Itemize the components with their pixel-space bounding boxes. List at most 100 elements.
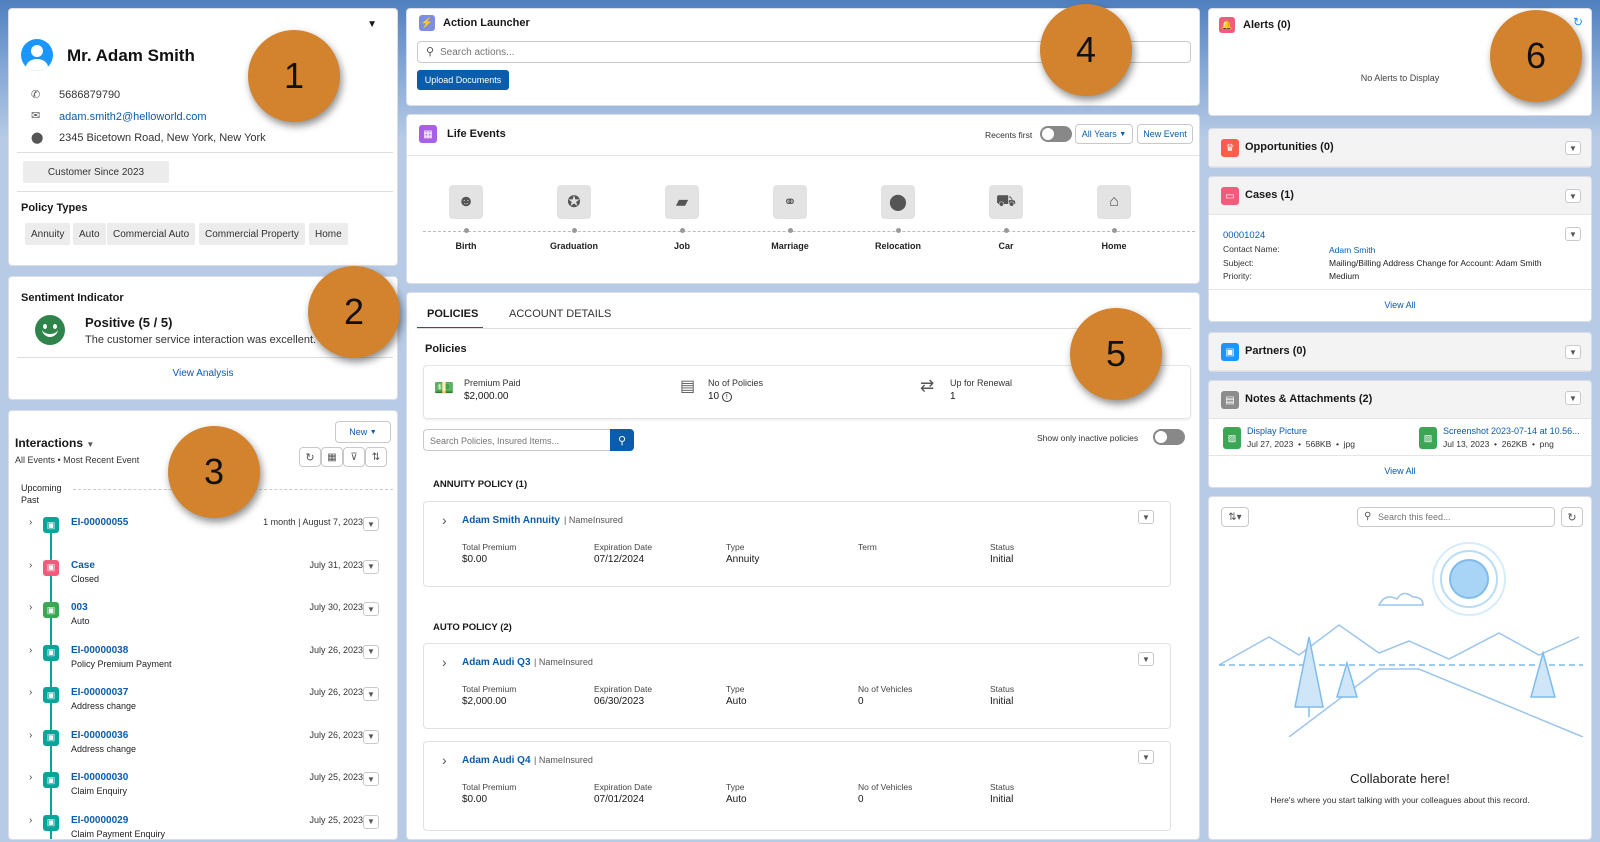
timeline-item[interactable]: › ▣ 003 Auto July 30, 2023 ▼ <box>9 602 389 644</box>
interactions-title[interactable]: Interactions ▼ <box>15 436 94 450</box>
chevron-right-icon[interactable]: › <box>442 512 447 528</box>
interaction-name-link[interactable]: EI-00000055 <box>71 517 128 528</box>
briefcase-icon[interactable]: ▰ <box>665 185 699 219</box>
timeline-item[interactable]: › ▣ EI-00000055 1 month | August 7, 2023 ▼ <box>9 517 389 559</box>
sort-icon[interactable]: ⇅ <box>365 447 387 467</box>
policy-type-chip: Commercial Auto <box>107 223 196 245</box>
chevron-down-icon[interactable]: ▼ <box>363 814 379 829</box>
refresh-icon[interactable]: ↻ <box>299 447 321 467</box>
notes-title: Notes & Attachments (2) <box>1245 393 1373 405</box>
field-label: Contact Name: <box>1223 244 1280 254</box>
chevron-down-icon[interactable]: ▼ <box>363 644 379 659</box>
policy-search-input[interactable] <box>430 433 606 448</box>
chevron-right-icon[interactable]: › <box>29 602 32 613</box>
event-dot <box>680 228 685 233</box>
timeline-item[interactable]: › ▣ Case Closed July 31, 2023 ▼ <box>9 559 389 602</box>
partners-header[interactable]: ▣ Partners (0) ▼ <box>1209 333 1591 371</box>
interaction-subtitle: Auto <box>71 616 90 626</box>
chevron-down-icon[interactable]: ▼ <box>1138 750 1154 764</box>
chevron-right-icon[interactable]: › <box>29 772 32 783</box>
chevron-down-icon[interactable]: ▼ <box>363 559 379 574</box>
new-event-button[interactable]: New Event <box>1137 124 1193 144</box>
policy-type-chip: Auto <box>73 223 106 245</box>
home-icon[interactable]: ⌂ <box>1097 185 1131 219</box>
timeline-item[interactable]: › ▣ EI-00000038 Policy Premium Payment July … <box>9 644 389 687</box>
case-number-link[interactable]: 00001024 <box>1223 230 1265 241</box>
policy-name-link[interactable]: Adam Audi Q4 <box>462 755 531 766</box>
notes-view-all-link[interactable]: View All <box>1209 466 1591 476</box>
interaction-name-link[interactable]: Case <box>71 560 95 571</box>
feed-search-box[interactable]: ⚲ <box>1357 507 1555 527</box>
chevron-down-icon[interactable]: ▼ <box>1565 141 1581 155</box>
interaction-type-icon: ▣ <box>43 602 59 618</box>
calendar-icon[interactable]: ▦ <box>321 447 343 467</box>
contact-name-link[interactable]: Adam Smith <box>1329 245 1375 255</box>
chevron-down-icon[interactable]: ▼ <box>1565 391 1581 405</box>
field-label: Type <box>726 684 745 694</box>
chevron-down-icon[interactable]: ▼ <box>1565 227 1581 241</box>
cases-view-all-link[interactable]: View All <box>1209 300 1591 310</box>
timeline-item[interactable]: › ▣ EI-00000036 Address change July 26, 2023… <box>9 729 389 772</box>
chevron-right-icon[interactable]: › <box>442 654 447 670</box>
chevron-right-icon[interactable]: › <box>29 730 32 741</box>
interaction-name-link[interactable]: 003 <box>71 602 88 613</box>
interaction-name-link[interactable]: EI-00000038 <box>71 645 128 656</box>
tab-account-details[interactable]: ACCOUNT DETAILS <box>509 308 611 320</box>
interaction-name-link[interactable]: EI-00000036 <box>71 730 128 741</box>
event-dot <box>1112 228 1117 233</box>
feed-search-input[interactable] <box>1378 510 1548 524</box>
chevron-right-icon[interactable]: › <box>29 815 32 826</box>
chevron-down-icon[interactable]: ▼ <box>367 19 377 30</box>
all-years-dropdown[interactable]: All Years ▼ <box>1075 124 1133 144</box>
customer-email[interactable]: adam.smith2@helloworld.com <box>59 111 207 123</box>
policy-name-link[interactable]: Adam Smith Annuity <box>462 515 560 526</box>
view-analysis-link[interactable]: View Analysis <box>9 368 397 379</box>
upload-documents-button[interactable]: Upload Documents <box>417 70 509 90</box>
field-label: No of Vehicles <box>858 684 913 694</box>
policy-search-box[interactable] <box>423 429 611 451</box>
filter-icon[interactable]: ⊽ <box>343 447 365 467</box>
refresh-icon[interactable]: ↻ <box>1561 507 1583 527</box>
chevron-down-icon[interactable]: ▼ <box>363 772 379 786</box>
chevron-right-icon[interactable]: › <box>29 560 32 571</box>
chevron-right-icon[interactable]: › <box>29 687 32 698</box>
image-file-icon: ▨ <box>1419 427 1437 449</box>
opportunities-header[interactable]: ♛ Opportunities (0) ▼ <box>1209 129 1591 167</box>
chevron-right-icon[interactable]: › <box>442 752 447 768</box>
info-icon[interactable]: ! <box>721 392 732 402</box>
sort-icon[interactable]: ⇅▾ <box>1221 507 1249 527</box>
chevron-down-icon[interactable]: ▼ <box>1565 345 1581 359</box>
interaction-name-link[interactable]: EI-00000037 <box>71 687 128 698</box>
new-interaction-button[interactable]: New ▼ <box>335 421 391 443</box>
chevron-down-icon[interactable]: ▼ <box>363 602 379 616</box>
birth-icon[interactable]: ☻ <box>449 185 483 219</box>
graduation-icon[interactable]: ✪ <box>557 185 591 219</box>
chevron-down-icon[interactable]: ▼ <box>363 687 379 701</box>
chevron-right-icon[interactable]: › <box>29 645 32 656</box>
location-pin-icon[interactable]: ⬤ <box>881 185 915 219</box>
notes-header[interactable]: ▤ Notes & Attachments (2) ▼ <box>1209 381 1591 419</box>
interactions-timeline: › ▣ EI-00000055 1 month | August 7, 2023 ▼ › ▣… <box>9 517 397 840</box>
file-name-link[interactable]: Screenshot 2023-07-14 at 10.56... <box>1443 426 1580 436</box>
inactive-policies-toggle[interactable] <box>1153 429 1185 445</box>
marriage-icon[interactable]: ⚭ <box>773 185 807 219</box>
recents-first-toggle[interactable] <box>1040 126 1072 142</box>
timeline-item[interactable]: › ▣ EI-00000030 Claim Enquiry July 25, 2023 ▼ <box>9 772 389 814</box>
chevron-down-icon[interactable]: ▼ <box>363 517 379 531</box>
tab-policies[interactable]: POLICIES <box>427 308 478 320</box>
interaction-name-link[interactable]: EI-00000030 <box>71 772 128 783</box>
file-name-link[interactable]: Display Picture <box>1247 426 1307 436</box>
refresh-icon[interactable]: ↻ <box>1573 15 1583 29</box>
search-button[interactable]: ⚲ <box>610 429 634 451</box>
chevron-down-icon[interactable]: ▼ <box>1565 189 1581 203</box>
interaction-name-link[interactable]: EI-00000029 <box>71 815 128 826</box>
timeline-item[interactable]: › ▣ EI-00000029 Claim Payment Enquiry July 2… <box>9 814 389 840</box>
policy-name-link[interactable]: Adam Audi Q3 <box>462 657 531 668</box>
car-icon[interactable]: ⛟ <box>989 185 1023 219</box>
chevron-down-icon[interactable]: ▼ <box>1138 510 1154 524</box>
chevron-down-icon[interactable]: ▼ <box>363 729 379 744</box>
timeline-item[interactable]: › ▣ EI-00000037 Address change July 26, 2023… <box>9 687 389 729</box>
chevron-right-icon[interactable]: › <box>29 517 32 528</box>
chevron-down-icon[interactable]: ▼ <box>1138 652 1154 666</box>
cases-header[interactable]: ▭ Cases (1) ▼ <box>1209 177 1591 215</box>
